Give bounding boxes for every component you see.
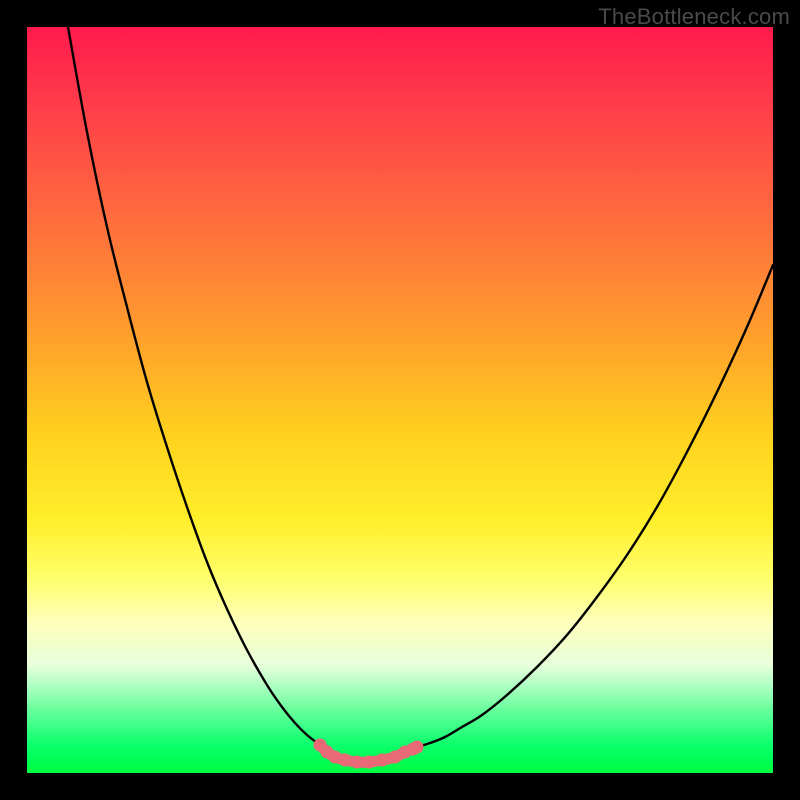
pink-dot-overlay [314, 739, 424, 769]
pink-dot [339, 754, 352, 767]
plot-area [27, 27, 773, 773]
pink-dot [351, 756, 364, 769]
pink-dot [411, 741, 424, 754]
outer-frame: TheBottleneck.com [0, 0, 800, 800]
pink-dot [363, 756, 376, 769]
left-curve [68, 27, 320, 745]
pink-dot [376, 754, 389, 767]
watermark-text: TheBottleneck.com [598, 4, 790, 30]
right-curve [417, 265, 773, 747]
chart-svg [27, 27, 773, 773]
